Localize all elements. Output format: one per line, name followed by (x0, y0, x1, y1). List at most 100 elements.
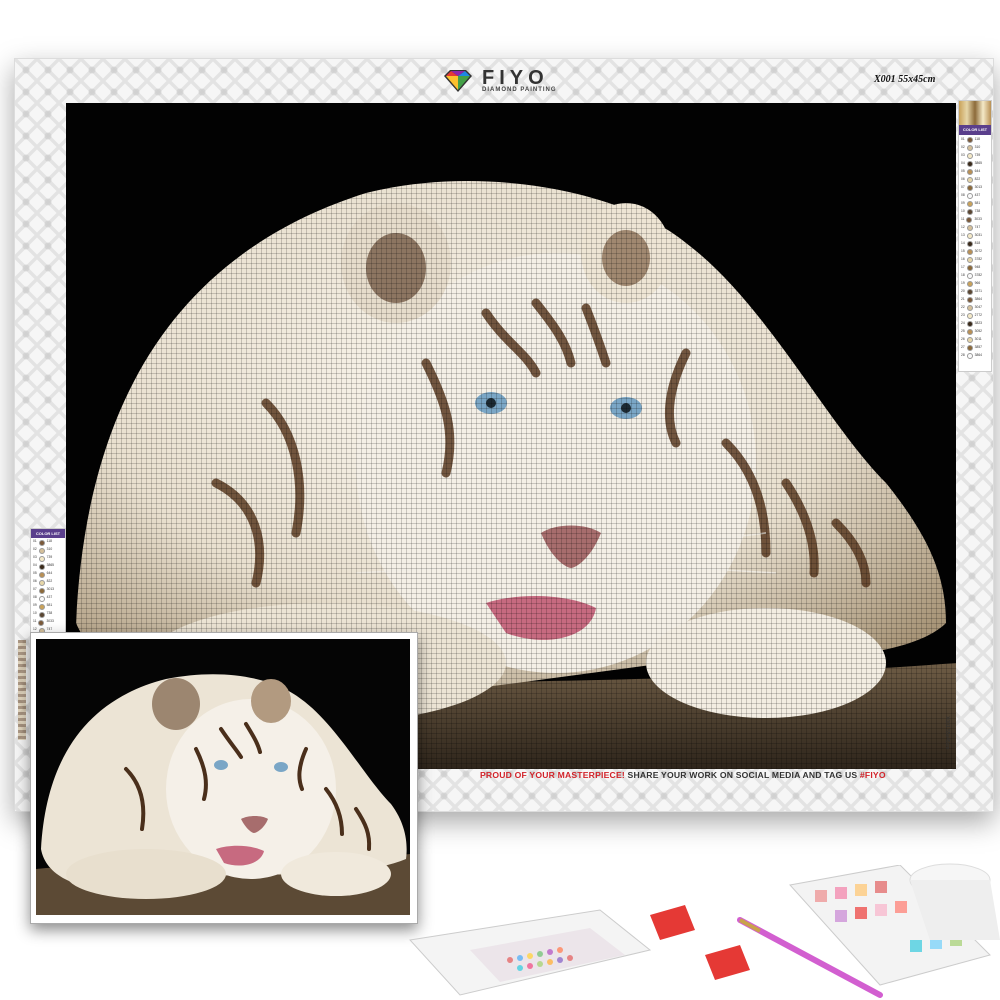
color-swatch-icon (966, 225, 973, 231)
color-swatch-icon (966, 185, 973, 191)
color-swatch-icon (38, 588, 45, 594)
color-index: 01 (961, 137, 965, 141)
color-code: 3865 (46, 563, 55, 567)
color-swatch-icon (966, 201, 973, 207)
brand-logo: FIYO DIAMOND PAINTING (440, 64, 580, 98)
color-code: 738 (974, 209, 981, 213)
color-list-row: 26 3011 (959, 335, 991, 343)
color-code: 822 (974, 177, 981, 181)
color-swatch-icon (38, 564, 45, 570)
color-swatch-icon (966, 233, 973, 239)
color-swatch-icon (966, 177, 973, 183)
color-list-row: 03 739 (959, 151, 991, 159)
color-index: 01 (33, 539, 37, 543)
color-code: 739 (46, 555, 53, 559)
color-code: 3823 (974, 321, 983, 325)
color-index: 09 (961, 201, 965, 205)
color-list-row: 06 822 (959, 175, 991, 183)
color-list-row: 11 3033 (31, 618, 65, 626)
color-index: 17 (961, 265, 965, 269)
color-code: 3857 (974, 345, 983, 349)
color-list-row: 05 644 (31, 570, 65, 578)
color-swatch-icon (38, 596, 45, 602)
color-list-row: 17 948 (959, 263, 991, 271)
color-list-row: 25 3052 (959, 327, 991, 335)
drill-tray (400, 900, 660, 1000)
color-swatch-strip (959, 101, 991, 125)
color-list-row: 28 3864 (959, 351, 991, 359)
color-swatch-icon (966, 241, 973, 247)
color-index: 11 (33, 619, 37, 623)
color-code: 310 (46, 547, 53, 551)
color-list-row: 20 3371 (959, 287, 991, 295)
color-code: 3011 (974, 337, 982, 341)
color-list-row: 14 818 (959, 239, 991, 247)
color-index: 10 (961, 209, 965, 213)
drill-pen[interactable] (730, 910, 890, 1000)
color-code: 3047 (974, 305, 983, 309)
color-code: 3371 (974, 289, 983, 293)
footer-hashtag: #FIYO (859, 770, 886, 780)
color-list-row: 05 644 (959, 167, 991, 175)
canvas-size-label: X001 55x45cm (874, 74, 936, 85)
color-index: 02 (961, 145, 965, 149)
color-index: 15 (961, 249, 965, 253)
color-index: 22 (961, 305, 965, 309)
color-code: 948 (974, 265, 981, 269)
color-code: 3033 (46, 619, 54, 623)
color-list-row: 18 3782 (959, 271, 991, 279)
canvas-tube (900, 860, 1000, 940)
color-code: 3013 (974, 185, 983, 189)
color-swatch-icon (966, 153, 973, 159)
canvas-side-code: X001 55x45cm (944, 716, 950, 750)
color-list-row: 10 738 (959, 207, 991, 215)
color-code: 437 (974, 193, 981, 197)
color-swatch-icon (966, 145, 973, 151)
color-code: 3072 (974, 249, 983, 253)
color-list-row: 22 3047 (959, 303, 991, 311)
color-index: 10 (33, 611, 37, 615)
color-code: 3782 (974, 273, 983, 277)
color-code: 581 (46, 603, 53, 607)
color-index: 05 (961, 169, 965, 173)
color-index: 20 (961, 289, 965, 293)
color-swatch-icon (38, 556, 45, 562)
color-index: 18 (961, 273, 965, 277)
color-swatch-icon (966, 169, 973, 175)
color-index: 04 (33, 563, 37, 567)
color-index: 28 (961, 353, 965, 357)
color-index: 11 (961, 217, 965, 221)
color-code: 644 (974, 169, 981, 173)
color-list-row: 01 118 (959, 135, 991, 143)
color-swatch-icon (966, 313, 973, 319)
color-code: 3033 (974, 217, 982, 221)
color-index: 26 (961, 337, 965, 341)
color-list-row: 13 3031 (959, 231, 991, 239)
color-code: 3013 (46, 587, 55, 591)
color-code: 644 (46, 571, 53, 575)
color-list-row: 11 3033 (959, 215, 991, 223)
color-index: 12 (961, 225, 965, 229)
color-code: 3031 (974, 233, 983, 237)
color-list-title: COLOR LIST (959, 125, 991, 135)
color-code: 747 (974, 225, 981, 229)
color-swatch-icon (38, 548, 45, 554)
color-index: 04 (961, 161, 965, 165)
tube-icon (909, 863, 1000, 940)
color-swatch-icon (966, 321, 973, 327)
color-list-row: 21 3864 (959, 295, 991, 303)
color-code: 738 (46, 611, 53, 615)
color-swatch-icon (38, 580, 45, 586)
color-swatch-icon (38, 612, 45, 618)
color-code: 3782 (974, 257, 983, 261)
color-list-row: 24 3823 (959, 319, 991, 327)
color-code: 118 (974, 137, 980, 141)
color-code: 437 (46, 595, 53, 599)
color-index: 24 (961, 321, 965, 325)
color-index: 06 (33, 579, 37, 583)
color-swatch-icon (966, 297, 973, 303)
color-list-row: 12 747 (959, 223, 991, 231)
color-list-row: 23 2772 (959, 311, 991, 319)
color-list-row: 09 581 (31, 602, 65, 610)
color-swatch-icon (966, 305, 973, 311)
